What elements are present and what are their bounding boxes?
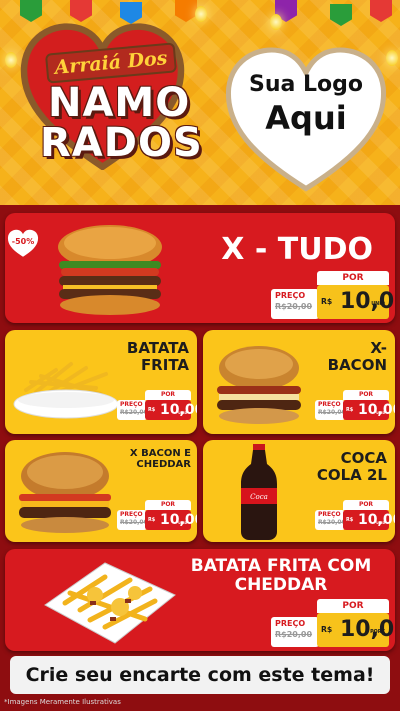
soda-bottle-icon: Coca [241, 444, 277, 540]
logo-placeholder: Sua Logo Aqui [222, 72, 390, 137]
price-label: PREÇO [275, 619, 306, 628]
price-label: PREÇO [120, 401, 143, 408]
old-price: R$20,00 [120, 409, 148, 416]
price-unit: UNID [376, 521, 385, 525]
price-label: PREÇO [120, 511, 143, 518]
header-banner: Arraiá Dos NAMO RADOS Sua Logo Aqui [0, 0, 400, 205]
price-tag: POR PREÇO R$20,00 R$ 10,00 UNID [315, 390, 395, 420]
price-por-label: POR [343, 390, 389, 400]
price-por-label: POR [343, 500, 389, 510]
price-unit: UNID [376, 411, 385, 415]
old-price: R$20,00 [275, 302, 313, 311]
old-price: R$20,00 [275, 630, 313, 639]
currency: R$ [346, 407, 354, 413]
price-unit: UNID [371, 302, 385, 307]
old-price-box: PREÇO R$20,00 [271, 617, 319, 647]
cta-banner[interactable]: Crie seu encarte com este tema! [10, 656, 390, 694]
burger-icon [19, 452, 111, 533]
old-price: R$20,00 [120, 519, 148, 526]
price-tag: POR PREÇO R$20,00 R$ 10,00 PORÇ [271, 599, 395, 647]
product-name: BATATA FRITA [126, 339, 189, 374]
price-unit: UNID [178, 411, 187, 415]
current-price: R$ 10,00 PORÇ [317, 613, 395, 647]
price-por-label: POR [145, 500, 191, 510]
currency: R$ [321, 297, 333, 306]
price-tag: POR PREÇO R$20,00 R$ 10,00 UNID [271, 271, 395, 319]
burger-icon [217, 346, 301, 424]
disclaimer-text: *Imagens Meramente Ilustrativas [4, 698, 121, 706]
fries-icon [13, 362, 119, 419]
product-card-batata-frita[interactable]: BATATA FRITA POR PREÇO R$20,00 R$ 10,00 … [5, 330, 197, 434]
discount-badge: -50% [6, 228, 40, 258]
product-card-coca-cola[interactable]: Coca COCA COLA 2L POR PREÇO R$20,00 R$ 1… [203, 440, 395, 542]
currency: R$ [148, 517, 156, 523]
product-card-x-bacon[interactable]: X- BACON POR PREÇO R$20,00 R$ 10,00 UNID [203, 330, 395, 434]
product-name: BATATA FRITA COM CHEDDAR [190, 556, 372, 595]
svg-text:Coca: Coca [250, 493, 268, 501]
price-tag: POR PREÇO R$20,00 R$ 10,00 UNID [117, 390, 197, 420]
old-price-box: PREÇO R$20,00 [117, 400, 148, 420]
price-tag: POR PREÇO R$20,00 R$ 10,00 UNID [315, 500, 395, 530]
price-label: PREÇO [318, 511, 341, 518]
old-price-box: PREÇO R$20,00 [117, 510, 148, 530]
current-price: R$ 10,00 UNID [145, 510, 197, 530]
fries-icon [44, 562, 176, 644]
product-name: COCA COLA 2L [316, 449, 387, 484]
current-price: R$ 10,00 UNID [317, 285, 395, 319]
price-por-label: POR [145, 390, 191, 400]
currency: R$ [346, 517, 354, 523]
price-label: PREÇO [275, 291, 306, 300]
price-por-label: POR [317, 599, 389, 613]
price-unit: UNID [178, 521, 187, 525]
old-price: R$20,00 [318, 519, 346, 526]
price-tag: POR PREÇO R$20,00 R$ 10,00 UNID [117, 500, 197, 530]
price-label: PREÇO [318, 401, 341, 408]
price-value: 10,00 [339, 289, 395, 314]
logo-line-2: Aqui [265, 99, 347, 137]
current-price: R$ 10,00 UNID [145, 400, 197, 420]
old-price-box: PREÇO R$20,00 [271, 289, 319, 319]
product-name: X- BACON [327, 339, 387, 374]
current-price: R$ 10,00 UNID [343, 400, 395, 420]
product-card-x-bacon-cheddar[interactable]: X BACON E CHEDDAR POR PREÇO R$20,00 R$ 1… [5, 440, 197, 542]
old-price-box: PREÇO R$20,00 [315, 510, 346, 530]
discount-text: -50% [11, 237, 35, 246]
title-line-2: RADOS [40, 120, 203, 166]
old-price-box: PREÇO R$20,00 [315, 400, 346, 420]
price-unit: PORÇ [370, 630, 385, 635]
product-name: X BACON E CHEDDAR [129, 448, 191, 470]
price-por-label: POR [317, 271, 389, 285]
price-value: 10,00 [339, 617, 395, 642]
logo-line-1: Sua Logo [248, 72, 363, 97]
product-card-x-tudo[interactable]: X - TUDO POR PREÇO R$20,00 R$ 10,00 UNID [5, 213, 395, 323]
product-name: X - TUDO [221, 232, 373, 267]
currency: R$ [148, 407, 156, 413]
old-price: R$20,00 [318, 409, 346, 416]
product-card-batata-cheddar[interactable]: BATATA FRITA COM CHEDDAR POR PREÇO R$20,… [5, 549, 395, 651]
current-price: R$ 10,00 UNID [343, 510, 395, 530]
currency: R$ [321, 625, 333, 634]
burger-icon [58, 225, 162, 315]
